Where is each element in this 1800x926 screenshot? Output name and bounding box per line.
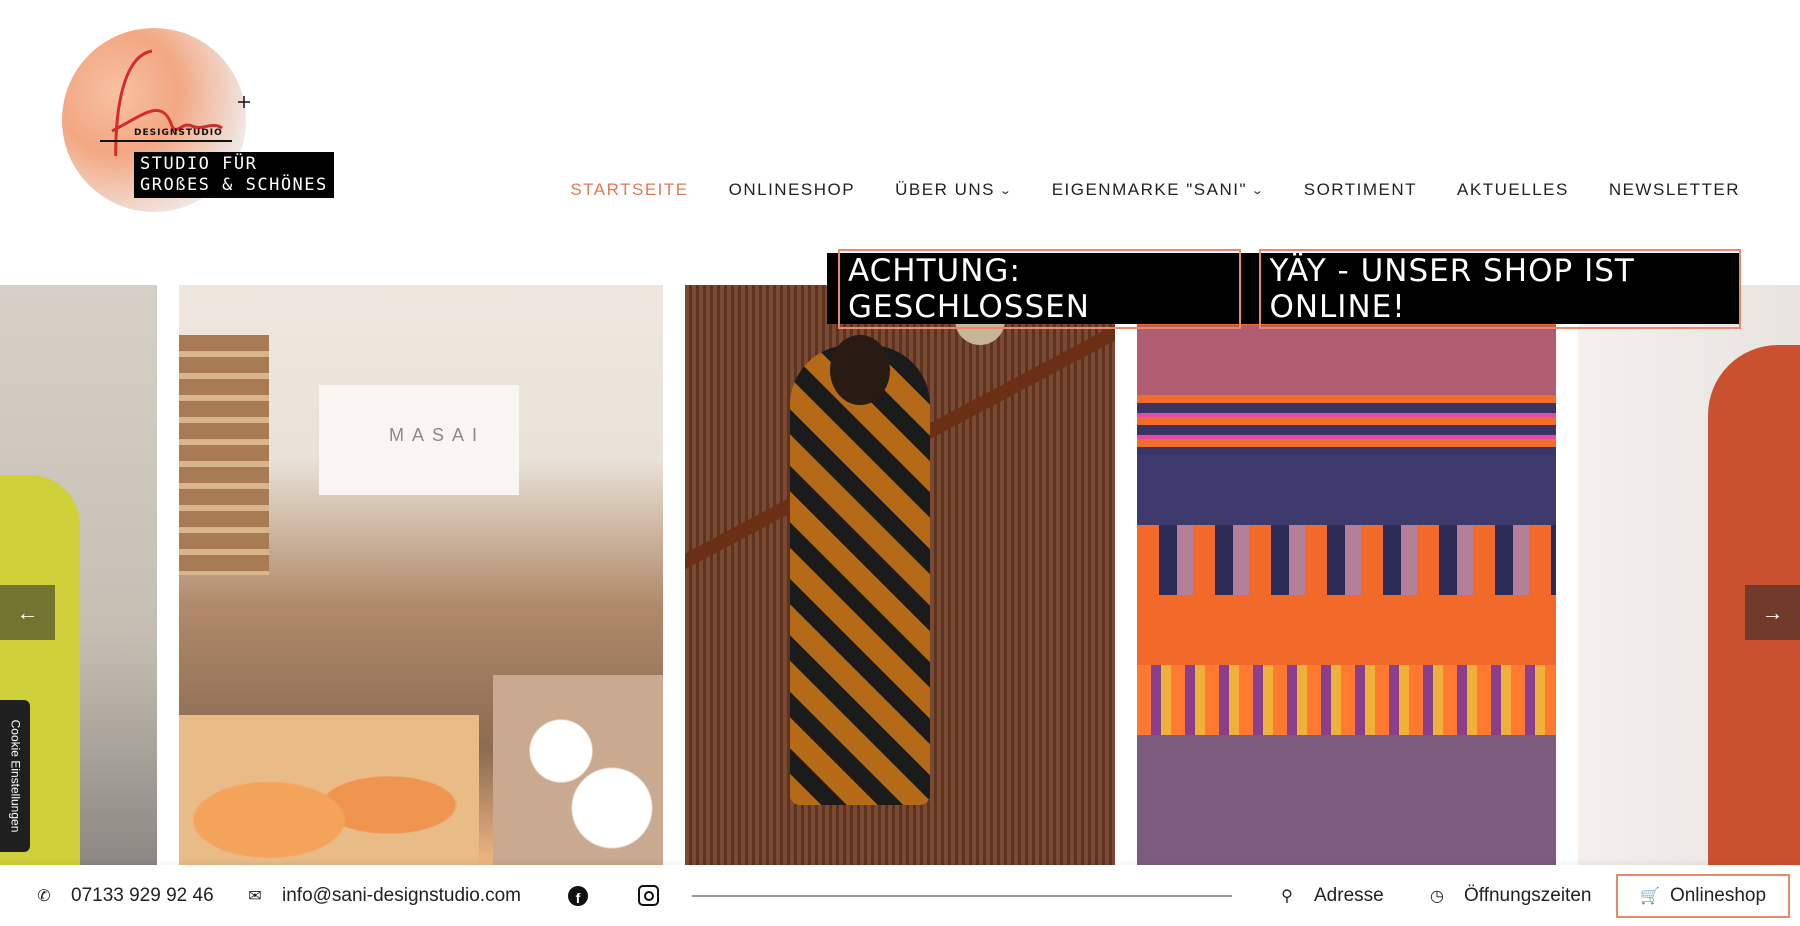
nav-sortiment-label: SORTIMENT	[1303, 180, 1418, 199]
store-sign-masai: MASAI	[389, 425, 486, 445]
email-link[interactable]: ✉ info@sani-designstudio.com	[246, 885, 521, 907]
nav-onlineshop-label: ONLINESHOP	[728, 180, 856, 199]
knit-band	[1137, 325, 1556, 395]
contact-bar: ✆ 07133 929 92 46 ✉ info@sani-designstud…	[0, 865, 1800, 926]
divider-line	[692, 894, 1232, 897]
slide-knit-stack[interactable]	[1137, 285, 1556, 865]
announcement-banner: ACHTUNG: GESCHLOSSEN YÄY - UNSER SHOP IS…	[827, 248, 1741, 329]
arrow-right-icon: →	[1761, 599, 1784, 625]
nav-startseite[interactable]: STARTSEITE	[570, 180, 688, 200]
cookie-settings-tab[interactable]: Cookie Einstellungen	[0, 700, 30, 852]
logo-tagline: STUDIO FÜR GROßES & SCHÖNES	[134, 152, 334, 198]
model-head-image	[830, 335, 890, 405]
slide-red-coat[interactable]	[1578, 285, 1800, 865]
nav-aktuelles[interactable]: AKTUELLES	[1457, 180, 1569, 200]
store-shelf-image	[179, 335, 269, 575]
logo-tagline-line2: GROßES & SCHÖNES	[134, 175, 328, 196]
cart-icon: 🛒	[1639, 888, 1660, 905]
email-address: info@sani-designstudio.com	[282, 884, 521, 906]
nav-eigenmarke-sani-label: EIGENMARKE "SANI"	[1051, 180, 1248, 199]
carousel-next-button[interactable]: →	[1745, 585, 1800, 640]
facebook-icon[interactable]: f	[568, 885, 588, 906]
slide-store-interior[interactable]: MASAI	[179, 285, 663, 865]
knit-band	[1137, 455, 1556, 525]
banner-shop-online-link[interactable]: YÄY - UNSER SHOP IST ONLINE!	[1259, 248, 1741, 329]
address-link[interactable]: ⚲ Adresse	[1278, 885, 1384, 907]
knit-band	[1137, 665, 1556, 735]
opening-hours-label: Öffnungszeiten	[1464, 884, 1592, 906]
logo[interactable]: DESIGNSTUDIO STUDIO FÜR GROßES & SCHÖNES	[60, 26, 360, 216]
instagram-icon[interactable]	[638, 885, 659, 906]
logo-tagline-line1: STUDIO FÜR	[140, 154, 258, 174]
knit-band	[1137, 395, 1556, 455]
nav-eigenmarke-sani[interactable]: EIGENMARKE "SANI" ⌄	[1052, 180, 1264, 200]
nav-ueber-uns-label: ÜBER UNS	[895, 180, 995, 199]
logo-subtitle: DESIGNSTUDIO	[134, 128, 223, 138]
map-pin-icon: ⚲	[1281, 887, 1293, 905]
nav-onlineshop[interactable]: ONLINESHOP	[729, 180, 855, 200]
nav-newsletter-label: NEWSLETTER	[1608, 180, 1740, 199]
nav-ueber-uns[interactable]: ÜBER UNS ⌄	[895, 180, 1012, 200]
nav-sortiment[interactable]: SORTIMENT	[1304, 180, 1417, 200]
onlineshop-button-label: Onlineshop	[1669, 885, 1767, 906]
logo-script-sani	[100, 49, 250, 156]
main-navigation: STARTSEITE ONLINESHOP ÜBER UNS ⌄ EIGENMAR…	[570, 180, 1740, 200]
phone-link[interactable]: ✆ 07133 929 92 46	[35, 884, 214, 907]
model-pattern-outfit-image	[790, 345, 930, 805]
clock-icon: ◷	[1430, 887, 1444, 905]
chevron-down-icon: ⌄	[998, 184, 1014, 197]
cups-image	[493, 675, 663, 865]
knit-band	[1137, 595, 1556, 665]
nav-aktuelles-label: AKTUELLES	[1457, 180, 1569, 199]
carousel-prev-button[interactable]: ←	[0, 585, 55, 640]
knit-band	[1137, 735, 1556, 865]
cookie-settings-label: Cookie Einstellungen	[8, 719, 22, 833]
phone-icon: ✆	[37, 887, 51, 905]
slide-model-stairs[interactable]	[685, 285, 1115, 865]
opening-hours-link[interactable]: ◷ Öffnungszeiten	[1428, 885, 1591, 907]
onlineshop-button[interactable]: 🛒 Onlineshop	[1616, 874, 1790, 918]
knit-band	[1137, 525, 1556, 595]
image-carousel: MASAI	[0, 285, 1800, 865]
phone-number: 07133 929 92 46	[71, 884, 214, 906]
flowers-image	[179, 715, 479, 865]
arrow-left-icon: ←	[16, 599, 39, 625]
envelope-icon: ✉	[248, 887, 262, 905]
chevron-down-icon: ⌄	[1250, 184, 1266, 197]
address-label: Adresse	[1314, 884, 1384, 906]
nav-newsletter[interactable]: NEWSLETTER	[1609, 180, 1740, 200]
nav-startseite-label: STARTSEITE	[570, 180, 689, 199]
banner-closed-notice: ACHTUNG: GESCHLOSSEN	[838, 248, 1242, 329]
